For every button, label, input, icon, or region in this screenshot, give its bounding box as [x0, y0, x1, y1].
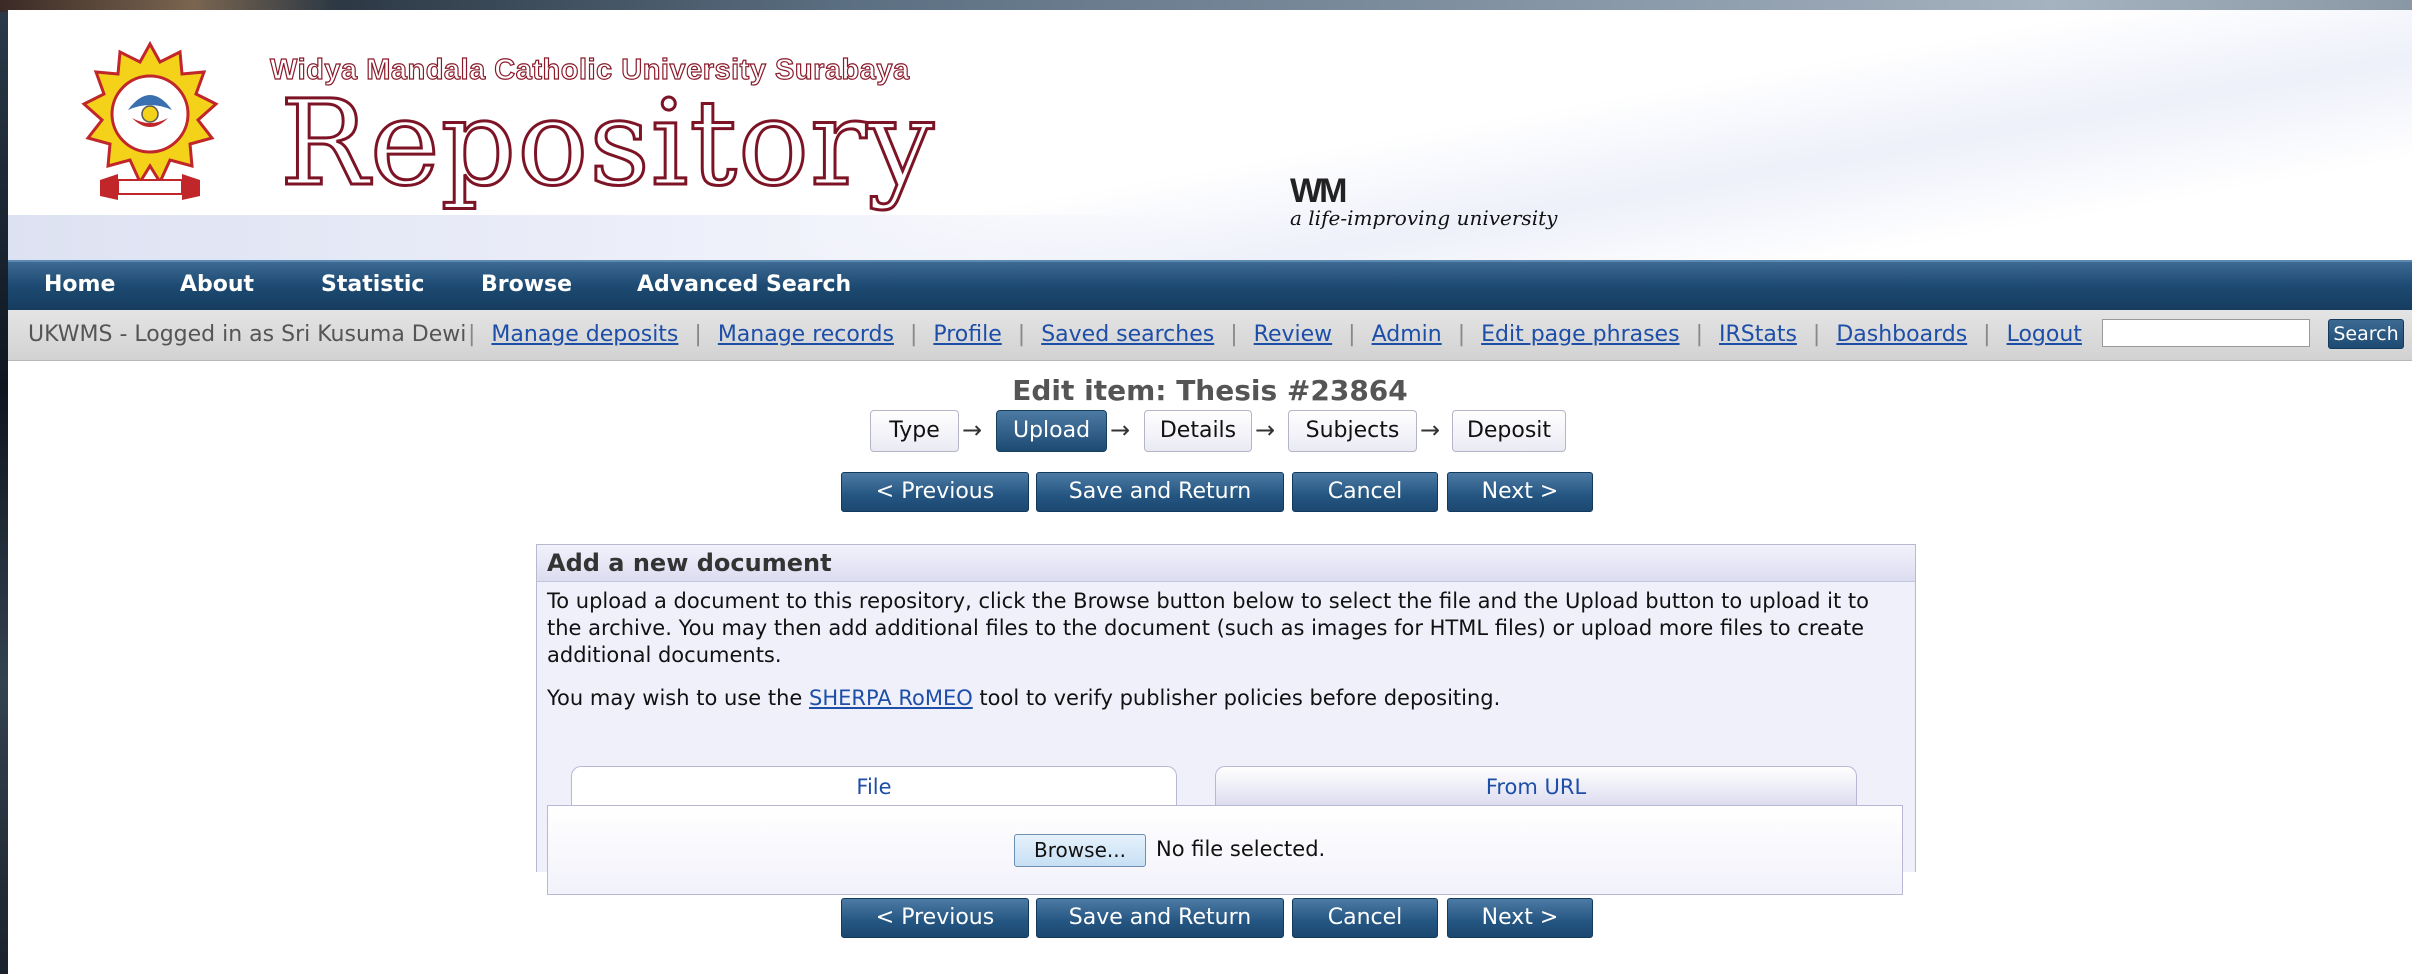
wm-tagline: a life-improving university: [1290, 206, 1558, 230]
next-button-top[interactable]: Next >: [1447, 472, 1593, 512]
arrow-right-icon: →: [1420, 416, 1441, 444]
separator: |: [694, 322, 702, 347]
link-manage-records[interactable]: Manage records: [718, 322, 894, 347]
stage-type[interactable]: Type: [870, 410, 959, 452]
browse-button[interactable]: Browse...: [1014, 834, 1146, 867]
previous-button-bottom[interactable]: < Previous: [841, 898, 1029, 938]
separator: |: [909, 322, 918, 347]
user-bar: UKWMS - Logged in as Sri Kusuma Dewi | M…: [8, 310, 2412, 361]
stage-upload[interactable]: Upload: [996, 410, 1107, 452]
header-swoosh: [8, 215, 1208, 260]
arrow-right-icon: →: [962, 416, 983, 444]
upload-panel-body: To upload a document to this repository,…: [537, 582, 1915, 895]
nav-advanced-search[interactable]: Advanced Search: [637, 272, 851, 297]
main-nav: Home About Statistic Browse Advanced Sea…: [8, 260, 2412, 310]
link-manage-deposits[interactable]: Manage deposits: [491, 322, 678, 347]
link-logout[interactable]: Logout: [2007, 322, 2082, 347]
link-saved-searches[interactable]: Saved searches: [1041, 322, 1214, 347]
site-header: Widya Mandala Catholic University Suraba…: [8, 10, 2412, 260]
upload-panel-title: Add a new document: [547, 549, 832, 577]
link-irstats[interactable]: IRStats: [1719, 322, 1797, 347]
file-status: No file selected.: [1156, 837, 1326, 861]
search-button[interactable]: Search: [2328, 319, 2404, 349]
stage-subjects[interactable]: Subjects: [1288, 410, 1417, 452]
separator: |: [1457, 322, 1466, 347]
logged-in-label: UKWMS - Logged in as Sri Kusuma Dewi: [28, 322, 467, 347]
nav-browse[interactable]: Browse: [481, 272, 572, 297]
cancel-button-top[interactable]: Cancel: [1292, 472, 1438, 512]
university-seal-logo: [81, 40, 219, 200]
tab-file[interactable]: File: [571, 766, 1177, 807]
upload-panel: Add a new document To upload a document …: [536, 544, 1916, 895]
page: Widya Mandala Catholic University Suraba…: [8, 10, 2412, 974]
separator: |: [1017, 322, 1026, 347]
link-admin[interactable]: Admin: [1372, 322, 1442, 347]
sherpa-romeo-link[interactable]: SHERPA RoMEO: [809, 686, 973, 710]
cancel-button-bottom[interactable]: Cancel: [1292, 898, 1438, 938]
save-and-return-button-top[interactable]: Save and Return: [1036, 472, 1284, 512]
link-dashboards[interactable]: Dashboards: [1836, 322, 1967, 347]
arrow-right-icon: →: [1255, 416, 1276, 444]
sherpa-note: You may wish to use the SHERPA RoMEO too…: [547, 685, 1903, 712]
tab-from-url[interactable]: From URL: [1215, 766, 1857, 806]
nav-home[interactable]: Home: [44, 272, 115, 297]
link-review[interactable]: Review: [1254, 322, 1333, 347]
upload-instructions: To upload a document to this repository,…: [547, 589, 1869, 667]
separator: |: [1348, 322, 1356, 347]
separator: |: [1695, 322, 1703, 347]
separator: |: [1812, 322, 1821, 347]
separator: |: [1230, 322, 1238, 347]
stage-deposit[interactable]: Deposit: [1452, 410, 1566, 452]
link-profile[interactable]: Profile: [933, 322, 1001, 347]
nav-about[interactable]: About: [180, 272, 254, 297]
nav-statistic[interactable]: Statistic: [321, 272, 424, 297]
sherpa-text-before: You may wish to use the: [547, 686, 809, 710]
user-links: | Manage deposits | Manage records | Pro…: [468, 322, 2082, 347]
next-button-bottom[interactable]: Next >: [1447, 898, 1593, 938]
sherpa-text-after: tool to verify publisher policies before…: [972, 686, 1501, 710]
separator: |: [468, 322, 476, 347]
separator: |: [1983, 322, 1991, 347]
upload-panel-header: Add a new document: [537, 545, 1915, 582]
search-input[interactable]: [2102, 319, 2310, 347]
arrow-right-icon: →: [1110, 416, 1131, 444]
repository-title: Repository: [278, 74, 936, 212]
save-and-return-button-bottom[interactable]: Save and Return: [1036, 898, 1284, 938]
file-tab-panel: Browse... No file selected.: [547, 805, 1903, 895]
stage-details[interactable]: Details: [1144, 410, 1252, 452]
previous-button-top[interactable]: < Previous: [841, 472, 1029, 512]
link-edit-page-phrases[interactable]: Edit page phrases: [1481, 322, 1679, 347]
wm-logo: WM a life-improving university: [1290, 172, 1557, 230]
page-title: Edit item: Thesis #23864: [1012, 374, 1408, 407]
